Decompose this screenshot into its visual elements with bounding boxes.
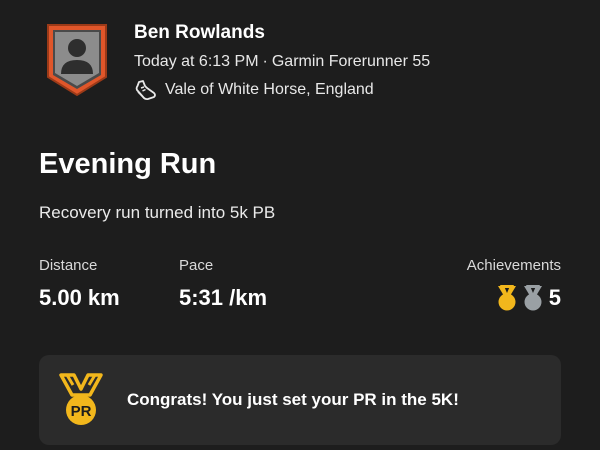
activity-time: Today at 6:13 PM xyxy=(134,53,259,70)
stat-pace: Pace 5:31 /km xyxy=(179,256,267,312)
pace-label: Pace xyxy=(179,257,214,274)
silver-medal-icon xyxy=(523,285,542,311)
meta-separator: · xyxy=(262,53,268,70)
gold-medal-icon xyxy=(497,285,516,311)
pr-badge-text: PR xyxy=(71,403,92,420)
pr-card[interactable]: PR Congrats! You just set your PR in the… xyxy=(39,355,561,445)
pr-message: Congrats! You just set your PR in the 5K… xyxy=(127,390,459,409)
achievements-row: 5 xyxy=(467,284,561,312)
location-label: Vale of White Horse, England xyxy=(165,81,374,98)
activity-meta: Today at 6:13 PM · Garmin Forerunner 55 xyxy=(134,51,430,73)
stat-achievements[interactable]: Achievements 5 xyxy=(467,256,561,312)
activity-feed-entry: Ben Rowlands Today at 6:13 PM · Garmin For… xyxy=(0,0,600,450)
achievements-label: Achievements xyxy=(466,257,561,274)
activity-title[interactable]: Evening Run xyxy=(39,146,216,182)
athlete-name[interactable]: Ben Rowlands xyxy=(134,20,430,46)
activity-header: Ben Rowlands Today at 6:13 PM · Garmin For… xyxy=(134,20,430,101)
pr-medal-icon: PR xyxy=(59,373,103,425)
running-shoe-icon xyxy=(135,80,156,101)
activity-description: Recovery run turned into 5k PB xyxy=(39,203,276,222)
achievements-count: 5 xyxy=(548,285,561,310)
device-name: Garmin Forerunner 55 xyxy=(271,53,431,70)
activity-location: Vale of White Horse, England xyxy=(134,79,430,101)
pace-value: 5:31 /km xyxy=(179,285,268,310)
athlete-badge-icon[interactable] xyxy=(44,23,110,97)
distance-value: 5.00 km xyxy=(39,285,120,310)
distance-label: Distance xyxy=(39,257,98,274)
stat-distance: Distance 5.00 km xyxy=(39,256,120,312)
